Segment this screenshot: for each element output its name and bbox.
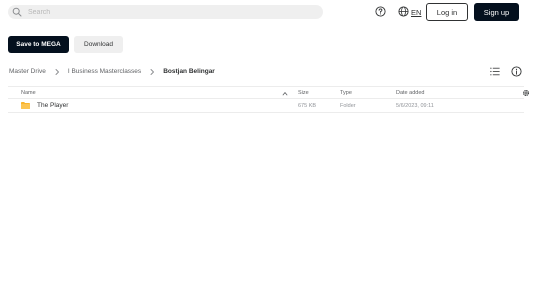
sort-up-icon[interactable]: [282, 91, 288, 96]
breadcrumb-item-current: Bostjan Belingar: [163, 68, 215, 75]
table-header: Name Size Type Date added: [8, 86, 529, 99]
login-button[interactable]: Log in: [426, 3, 468, 21]
column-header-type[interactable]: Type: [340, 90, 352, 96]
folder-icon: [21, 102, 30, 109]
column-header-date-added[interactable]: Date added: [396, 90, 424, 96]
download-button[interactable]: Download: [74, 36, 123, 53]
signup-button[interactable]: Sign up: [474, 3, 519, 21]
file-name[interactable]: The Player: [37, 102, 68, 109]
info-icon[interactable]: [511, 66, 522, 77]
column-header-name[interactable]: Name: [21, 90, 36, 96]
search-bar[interactable]: [8, 5, 323, 19]
file-size: 675 KB: [298, 103, 317, 109]
search-input[interactable]: [28, 6, 318, 18]
help-icon[interactable]: [375, 6, 386, 17]
table-row[interactable]: The Player 675 KB Folder 5/6/2023, 09:11: [8, 99, 524, 113]
breadcrumb-item-master-drive[interactable]: Master Drive: [9, 68, 46, 75]
language-selector[interactable]: EN: [411, 8, 421, 17]
breadcrumb: Master Drive I Business Masterclasses Bo…: [9, 67, 215, 76]
breadcrumb-item-business-masterclasses[interactable]: I Business Masterclasses: [68, 68, 141, 75]
column-settings-icon[interactable]: [522, 89, 530, 97]
globe-icon[interactable]: [398, 6, 409, 17]
list-view-icon[interactable]: [490, 67, 500, 76]
save-to-mega-button[interactable]: Save to MEGA: [8, 36, 69, 53]
chevron-right-icon: [150, 68, 155, 75]
chevron-right-icon: [55, 68, 59, 75]
search-icon: [12, 7, 22, 17]
column-header-size[interactable]: Size: [298, 90, 309, 96]
file-date-added: 5/6/2023, 09:11: [396, 103, 434, 109]
file-type: Folder: [340, 103, 356, 109]
